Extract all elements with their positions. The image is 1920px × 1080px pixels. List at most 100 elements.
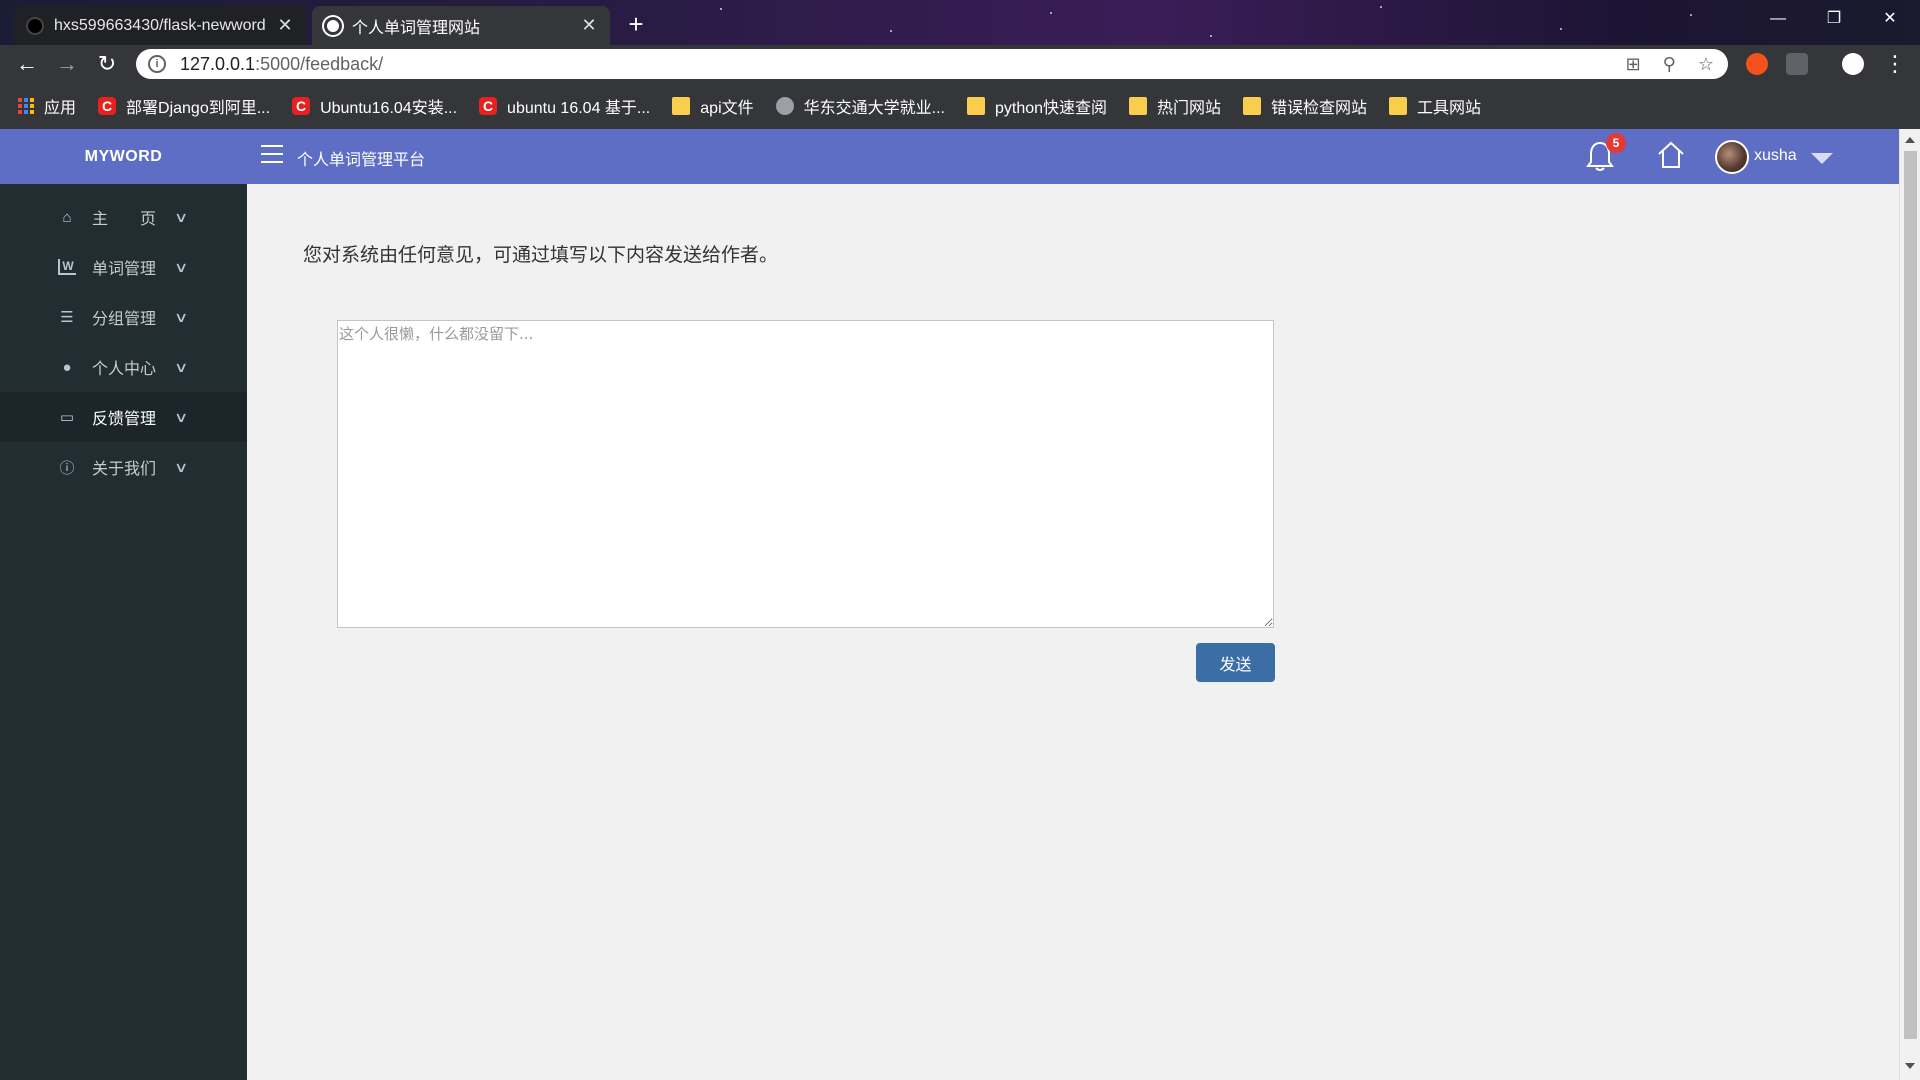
hamburger-menu-icon[interactable]	[261, 145, 283, 163]
tab-close-icon[interactable]: ✕	[276, 15, 294, 36]
bookmark-label: ubuntu 16.04 基于...	[507, 100, 651, 117]
tab-title: hxs599663430/flask-newword	[54, 16, 266, 34]
address-bar[interactable]: i 127.0.0.1 :5000/feedback/ ⊞ ⚲ ☆	[136, 49, 1728, 79]
home-icon[interactable]	[1655, 139, 1687, 171]
brand-logo[interactable]: MYWORD	[0, 129, 247, 184]
bookmark-folder[interactable]: 错误检查网站	[1243, 94, 1367, 118]
folder-icon	[1389, 97, 1408, 115]
scroll-thumb[interactable]	[1904, 151, 1917, 1039]
main-content: 您对系统由任何意见，可通过填写以下内容发送给作者。 发送	[247, 184, 1899, 1080]
chevron-down-icon: ∨	[173, 408, 189, 425]
github-icon	[26, 16, 44, 35]
bookmark-label: 错误检查网站	[1271, 100, 1368, 117]
sidebar-item-about[interactable]: ⓘ 关于我们 ∨	[0, 442, 247, 492]
sidebar-item-profile[interactable]: ● 个人中心 ∨	[0, 342, 247, 392]
bookmark-item[interactable]: C ubuntu 16.04 基于...	[479, 94, 650, 118]
sidebar-item-groups[interactable]: ☰ 分组管理 ∨	[0, 292, 247, 342]
folder-icon	[966, 97, 985, 115]
chevron-down-icon: ∨	[173, 208, 189, 225]
tab-title: 个人单词管理网站	[352, 19, 481, 37]
minimize-button[interactable]: —	[1750, 0, 1806, 38]
list-icon: ☰	[60, 309, 74, 326]
csdn-icon: C	[479, 97, 498, 115]
close-window-button[interactable]: ✕	[1862, 0, 1918, 38]
notification-badge: 5	[1606, 133, 1626, 153]
restore-button[interactable]: ❐	[1806, 0, 1862, 38]
bookmark-label: python快速查阅	[994, 100, 1108, 117]
folder-icon	[1129, 97, 1148, 115]
profile-icon[interactable]	[1842, 53, 1864, 75]
bookmark-label: 华东交通大学就业...	[803, 100, 945, 117]
folder-icon	[672, 97, 691, 115]
bookmark-folder[interactable]: 工具网站	[1389, 94, 1481, 118]
extension-icon[interactable]	[1746, 53, 1768, 75]
menu-kebab-icon[interactable]: ⋮	[1880, 49, 1910, 79]
chevron-down-icon: ∨	[173, 258, 189, 275]
sidebar-item-label: 反馈管理	[92, 411, 157, 428]
tab-github[interactable]: hxs599663430/flask-newword ✕	[14, 6, 306, 45]
sidebar-menu: ⌂ 主 页 ∨ W 单词管理 ∨ ☰ 分组管理 ∨ ● 个人中心 ∨ ▭ 反馈管…	[0, 192, 247, 492]
tab-active[interactable]: 个人单词管理网站 ✕	[312, 6, 610, 45]
sidebar-item-label: 个人中心	[92, 361, 157, 378]
browser-toolbar: ← → ↻ i 127.0.0.1 :5000/feedback/ ⊞ ⚲ ☆ …	[0, 45, 1920, 83]
csdn-icon: C	[98, 97, 117, 115]
info-icon: ⓘ	[59, 459, 75, 477]
sidebar-item-feedback[interactable]: ▭ 反馈管理 ∨	[0, 392, 247, 442]
sidebar-item-label: 主 页	[92, 211, 157, 228]
browser-titlebar: hxs599663430/flask-newword ✕ 个人单词管理网站 ✕ …	[0, 0, 1920, 45]
bookmark-label: 应用	[44, 100, 77, 117]
translate-icon[interactable]: ⊞	[1626, 54, 1641, 75]
tab-close-icon[interactable]: ✕	[580, 15, 598, 36]
url-host: 127.0.0.1	[180, 53, 256, 74]
bookmark-label: Ubuntu16.04安装...	[320, 100, 458, 117]
bookmark-item[interactable]: C 部署Django到阿里...	[98, 94, 270, 118]
username[interactable]: xusha	[1754, 147, 1797, 165]
chevron-down-icon: ∨	[173, 458, 189, 475]
folder-icon	[1243, 97, 1262, 115]
bookmark-folder[interactable]: python快速查阅	[966, 94, 1108, 118]
sidebar-item-words[interactable]: W 单词管理 ∨	[0, 242, 247, 292]
feedback-icon: ▭	[59, 409, 75, 426]
site-info-icon[interactable]: i	[148, 55, 166, 73]
bookmark-label: api文件	[700, 100, 754, 117]
url-path: :5000/feedback/	[255, 53, 384, 74]
home-icon: ⌂	[62, 208, 72, 226]
bookmarks-bar: 应用 C 部署Django到阿里... C Ubuntu16.04安装... C…	[0, 83, 1920, 129]
chevron-down-icon: ∨	[173, 358, 189, 375]
bookmark-label: 工具网站	[1417, 100, 1482, 117]
scroll-up-icon[interactable]	[1905, 137, 1915, 143]
user-icon: ●	[62, 358, 72, 376]
bookmark-apps[interactable]: 应用	[18, 94, 76, 118]
sidebar-item-home[interactable]: ⌂ 主 页 ∨	[0, 192, 247, 242]
apps-grid-icon	[18, 98, 34, 114]
sidebar: MYWORD ⌂ 主 页 ∨ W 单词管理 ∨ ☰ 分组管理 ∨ ● 个人中心 …	[0, 129, 247, 1080]
bookmark-star-icon[interactable]: ☆	[1698, 54, 1714, 75]
bookmark-folder[interactable]: api文件	[672, 94, 754, 118]
feedback-intro: 您对系统由任何意见，可通过填写以下内容发送给作者。	[303, 245, 779, 266]
app-header: 个人单词管理平台 5 xusha	[247, 129, 1899, 184]
extension-icon[interactable]	[1786, 53, 1808, 75]
word-icon: W	[58, 259, 76, 275]
sidebar-item-label: 单词管理	[92, 261, 157, 278]
scroll-down-icon[interactable]	[1905, 1063, 1915, 1069]
bookmark-folder[interactable]: 热门网站	[1129, 94, 1221, 118]
reload-icon[interactable]: ↻	[92, 49, 122, 79]
sidebar-item-label: 关于我们	[92, 461, 157, 478]
globe-icon	[324, 16, 342, 35]
csdn-icon: C	[292, 97, 311, 115]
chevron-down-icon: ∨	[173, 308, 189, 325]
send-button[interactable]: 发送	[1196, 643, 1275, 682]
forward-icon[interactable]: →	[52, 49, 82, 79]
platform-title: 个人单词管理平台	[297, 152, 426, 169]
globe-icon	[775, 97, 794, 115]
feedback-textarea[interactable]	[337, 320, 1274, 628]
user-dropdown-caret-icon[interactable]	[1811, 153, 1833, 164]
zoom-icon[interactable]: ⚲	[1663, 54, 1676, 75]
bookmark-label: 部署Django到阿里...	[126, 100, 271, 117]
bookmark-item[interactable]: 华东交通大学就业...	[775, 94, 945, 118]
back-icon[interactable]: ←	[12, 49, 42, 79]
page-scrollbar[interactable]	[1899, 129, 1920, 1080]
bookmark-item[interactable]: C Ubuntu16.04安装...	[292, 94, 457, 118]
new-tab-button[interactable]: +	[620, 8, 652, 40]
avatar[interactable]	[1715, 140, 1749, 174]
